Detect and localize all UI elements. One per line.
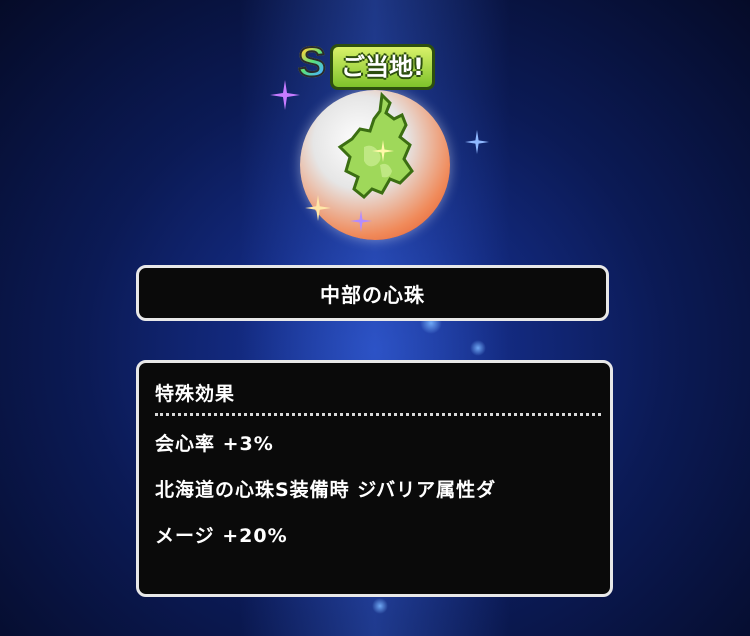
item-name: 中部の心珠 <box>320 282 425 307</box>
sparkle-star-icon <box>270 80 300 110</box>
effect-title: 特殊効果 <box>155 383 236 405</box>
background-sparkle <box>470 340 486 356</box>
rank-s-icon: S <box>290 39 334 85</box>
sparkle-star-icon <box>350 210 372 232</box>
special-effect-panel: 特殊効果 会心率 +3% 北海道の心珠S装備時 ジバリア属性ダ メージ +20% <box>136 360 613 597</box>
sparkle-star-icon <box>465 130 489 154</box>
dotted-divider <box>155 413 601 416</box>
sparkle-star-icon <box>372 140 394 162</box>
gem-item-icon: S ご当地! <box>270 30 490 240</box>
sparkle-star-icon <box>305 195 331 221</box>
effect-line: 北海道の心珠S装備時 ジバリア属性ダ <box>155 479 497 501</box>
item-name-panel: 中部の心珠 <box>136 265 609 321</box>
effect-line: 会心率 +3% <box>155 433 274 455</box>
local-badge: ご当地! <box>330 44 435 90</box>
background-sparkle <box>372 598 388 614</box>
effect-line: メージ +20% <box>155 525 288 547</box>
